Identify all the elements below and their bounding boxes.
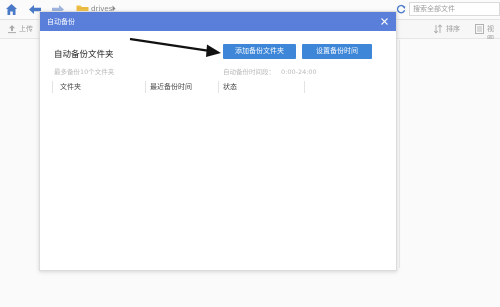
upload-icon[interactable] <box>7 24 17 34</box>
annotation-arrow-icon <box>129 37 221 57</box>
scrollbar-track[interactable] <box>399 40 400 268</box>
dialog-header: 自动备份 <box>40 12 396 31</box>
refresh-icon[interactable] <box>396 4 406 14</box>
backup-time-hint-value: 0:00-24:00 <box>281 68 317 76</box>
upload-button-label[interactable]: 上传 <box>19 24 33 34</box>
column-divider <box>52 81 53 93</box>
set-backup-time-button[interactable]: 设置备份时间 <box>302 44 372 59</box>
backup-table-header: 文件夹 最近备份时间 状态 <box>52 81 305 93</box>
sort-icon[interactable] <box>433 24 443 34</box>
column-header-status[interactable]: 状态 <box>223 81 237 93</box>
search-input[interactable] <box>410 3 499 15</box>
view-icon[interactable] <box>475 24 484 34</box>
backup-time-hint-label: 自动备份时间段： <box>223 68 275 76</box>
max-folders-hint: 最多备份10个文件夹 <box>54 68 115 76</box>
backup-time-hint: 自动备份时间段： 0:00-24:00 <box>223 66 317 76</box>
column-divider <box>304 81 305 93</box>
section-title: 自动备份文件夹 <box>54 50 114 60</box>
dialog-title: 自动备份 <box>47 18 75 26</box>
close-icon[interactable] <box>379 16 390 27</box>
column-header-folder[interactable]: 文件夹 <box>60 81 81 93</box>
column-divider <box>218 81 219 93</box>
search-box <box>409 2 500 16</box>
column-header-last-backup-time[interactable]: 最近备份时间 <box>150 81 192 93</box>
column-divider <box>145 81 146 93</box>
add-backup-folder-button[interactable]: 添加备份文件夹 <box>223 44 296 59</box>
home-icon[interactable] <box>5 3 18 16</box>
sort-button-label[interactable]: 排序 <box>446 24 460 34</box>
